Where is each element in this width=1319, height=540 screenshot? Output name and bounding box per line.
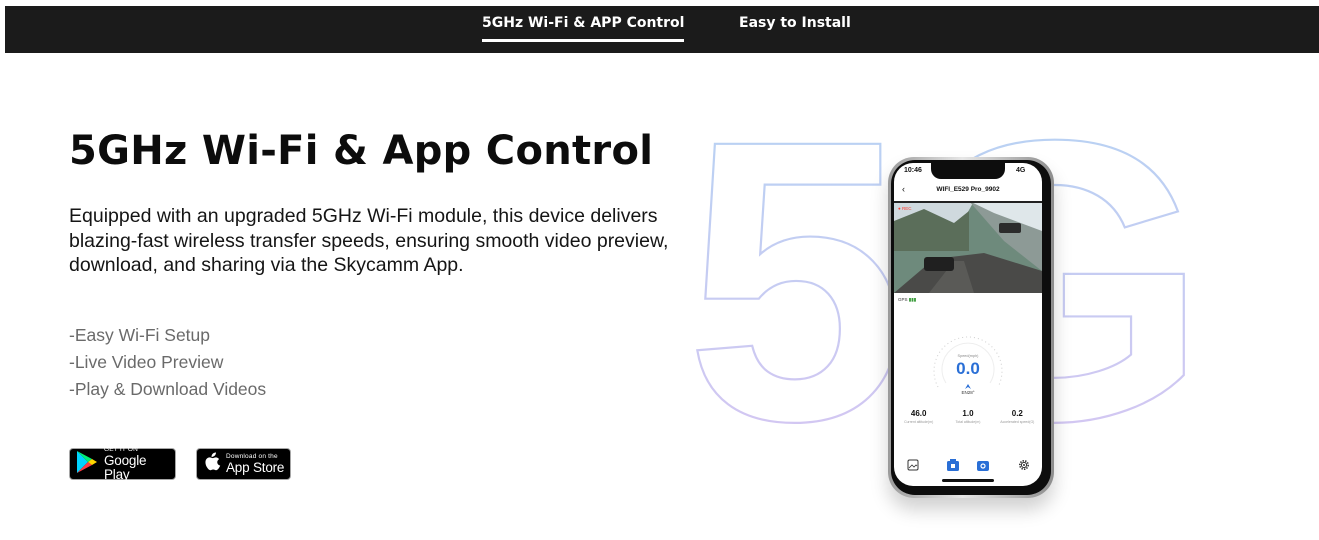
section-tabbar: 5GHz Wi-Fi & APP Control Easy to Install (5, 6, 1319, 53)
tab-wifi-app-control[interactable]: 5GHz Wi-Fi & APP Control (482, 6, 685, 53)
svg-text:● REC: ● REC (898, 206, 912, 211)
settings-gear-icon[interactable] (1018, 459, 1030, 471)
section-title: 5GHz Wi-Fi & App Control (69, 128, 654, 174)
gps-status: GPS ▮▮▮ (898, 297, 917, 302)
speed-gauge (933, 336, 1003, 389)
record-icon[interactable] (946, 458, 960, 472)
heading-value: EN28° (961, 390, 975, 395)
section-description: Equipped with an upgraded 5GHz Wi-Fi mod… (69, 205, 669, 276)
google-play-badge[interactable]: GET IT ON Google Play (69, 446, 176, 482)
speed-label: Speed(mph) (957, 354, 979, 358)
app-screen: 10:46 4G ‹ WIFI_E529 Pro_9902 ● REC GPS … (894, 163, 1042, 486)
feature-item: -Live Video Preview (69, 352, 224, 372)
album-icon[interactable] (907, 459, 919, 471)
live-video-preview[interactable]: ● REC (894, 201, 1042, 293)
stat-total-altitude: 1.0 Total altitude(m) (955, 409, 981, 424)
app-bottom-bar (894, 455, 1042, 477)
google-play-label: Google Play (104, 453, 147, 482)
speed-value: 0.0 (956, 359, 980, 378)
stats-row: 46.0 Current altitude(m) 1.0 Total altit… (894, 409, 1042, 424)
apple-icon (205, 452, 221, 476)
camera-icon[interactable] (976, 458, 990, 472)
status-time: 10:46 (904, 167, 922, 174)
phone-mockup: 10:46 4G ‹ WIFI_E529 Pro_9902 ● REC GPS … (888, 157, 1054, 498)
device-name: WIFI_E529 Pro_9902 (936, 186, 1000, 193)
app-store-badge[interactable]: Download on the App Store (196, 448, 291, 480)
google-play-icon (76, 450, 98, 479)
stat-current-altitude: 46.0 Current altitude(m) (904, 409, 934, 424)
app-store-label: App Store (226, 460, 285, 475)
stat-accelerated-speed: 0.2 Accelerated speed(G) (1000, 409, 1035, 424)
road-scene-image: ● REC (894, 201, 1042, 293)
feature-list: -Easy Wi-Fi Setup -Live Video Preview -P… (69, 322, 266, 403)
page: 5GHz Wi-Fi & APP Control Easy to Install… (5, 6, 1319, 540)
feature-item: -Easy Wi-Fi Setup (69, 325, 210, 345)
feature-item: -Play & Download Videos (69, 379, 267, 399)
home-indicator (942, 479, 994, 482)
tab-easy-to-install[interactable]: Easy to Install (739, 6, 851, 53)
status-signal: 4G (1016, 167, 1026, 174)
